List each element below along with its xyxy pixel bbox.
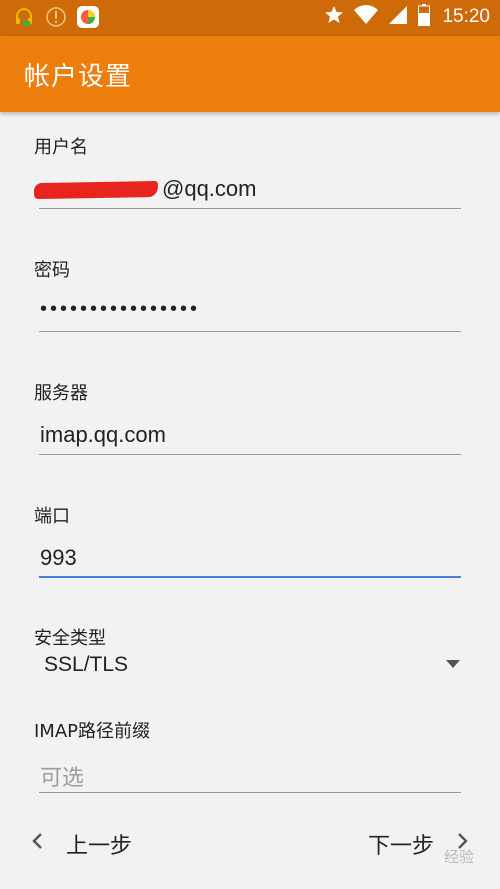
dropdown-arrow-icon[interactable]: [446, 660, 460, 668]
prev-button-label: 上一步: [66, 834, 133, 859]
imap-prefix-field[interactable]: 可选: [40, 760, 84, 792]
password-field[interactable]: ••••••••••••••••: [40, 298, 200, 321]
alert-icon: [44, 5, 68, 29]
status-time: 15:20: [442, 6, 490, 27]
next-button-label: 下一步: [367, 834, 434, 859]
imap-prefix-label: IMAP路径前缀: [34, 721, 151, 742]
app-bar: 帐户设置: [0, 36, 500, 112]
server-field[interactable]: imap.qq.com: [40, 422, 166, 448]
bottom-nav: 上一步 下一步 经验: [0, 800, 500, 889]
page-title: 帐户设置: [24, 62, 133, 92]
prev-button[interactable]: 上一步: [30, 828, 132, 860]
status-right-icons: 15:20: [324, 4, 490, 30]
imap-prefix-underline: [39, 792, 461, 793]
status-bar: 15:20: [0, 0, 500, 36]
port-label: 端口: [34, 506, 70, 527]
username-redaction: [33, 180, 159, 200]
password-underline: [39, 331, 461, 332]
chevron-left-icon: [30, 831, 44, 857]
status-left-icons: [12, 5, 100, 29]
username-field[interactable]: @qq.com: [162, 176, 256, 202]
username-underline: [39, 208, 461, 209]
star-icon: [324, 5, 344, 29]
wifi-icon: [354, 5, 379, 29]
username-label: 用户名: [34, 137, 88, 158]
security-type-label: 安全类型: [34, 628, 106, 649]
port-underline-focused: [39, 576, 461, 578]
app-icon: [76, 5, 100, 29]
security-type-select[interactable]: SSL/TLS: [44, 653, 128, 677]
port-field[interactable]: 993: [40, 545, 77, 571]
headset-icon: [12, 5, 36, 29]
server-underline: [39, 454, 461, 455]
password-label: 密码: [34, 260, 70, 281]
watermark: 经验: [443, 848, 474, 866]
signal-icon: [388, 5, 408, 29]
battery-icon: [418, 4, 431, 30]
server-label: 服务器: [34, 383, 88, 404]
